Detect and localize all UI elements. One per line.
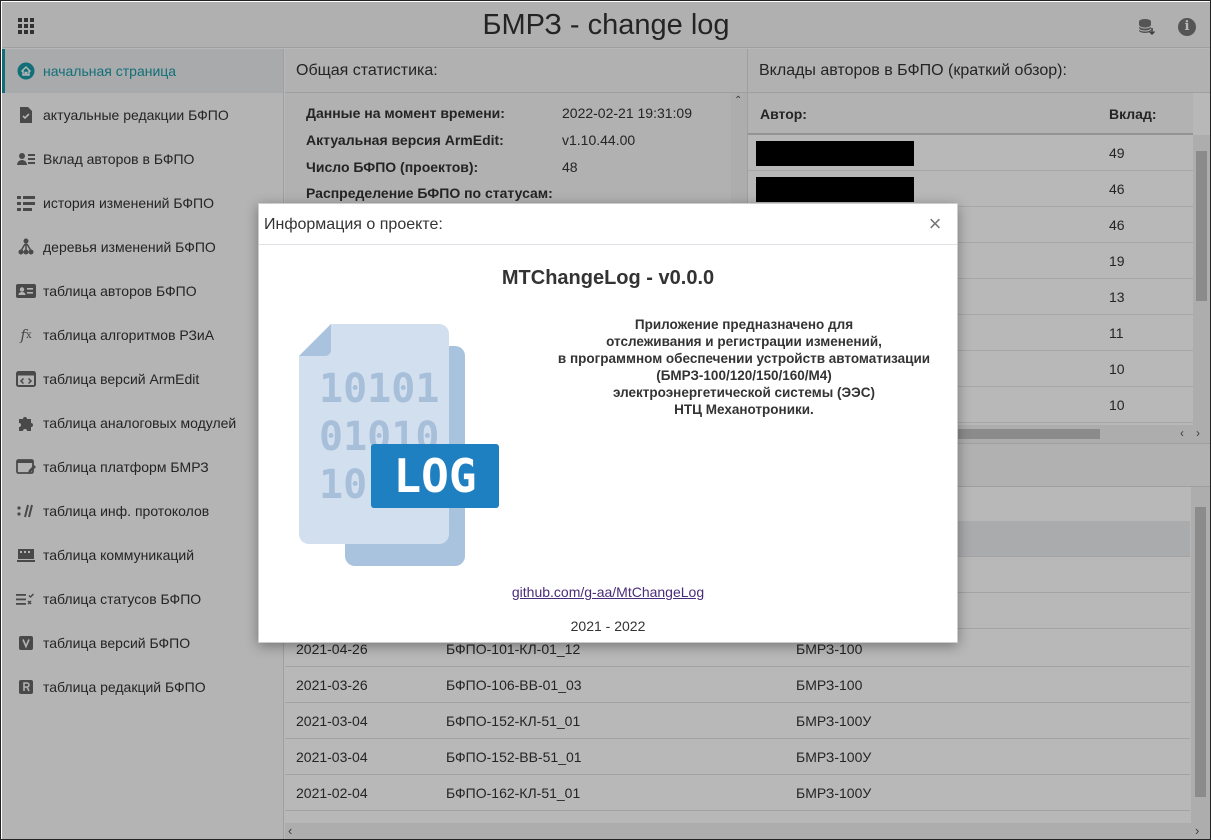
logo-binary-line: 10 xyxy=(319,462,367,508)
logo-binary-line: 10101 xyxy=(319,366,439,412)
description-line: (БМРЗ-100/120/150/160/М4) xyxy=(656,368,832,383)
app-window: БМРЗ - change log i начальная страница а… xyxy=(0,0,1211,840)
close-icon[interactable]: × xyxy=(925,213,945,235)
description-line: Приложение предназначено для xyxy=(634,317,854,332)
app-name: MTChangeLog - v0.0.0 xyxy=(501,267,715,289)
app-description: Приложение предназначено для отслеживани… xyxy=(529,316,959,418)
description-line: НТЦ Механотроники. xyxy=(674,402,814,417)
description-line: электроэнергетической системы (ЭЭС) xyxy=(613,385,875,400)
copyright-years: 2021 - 2022 xyxy=(570,618,646,634)
description-line: в программном обеспечении устройств авто… xyxy=(557,351,931,366)
log-file-icon: 10101 01010 10 LOG xyxy=(297,322,502,572)
about-dialog: Информация о проекте: × MTChangeLog - v0… xyxy=(258,203,958,643)
github-link[interactable]: github.com/g-aa/MtChangeLog xyxy=(259,584,957,600)
description-line: отслеживания и регистрации изменений, xyxy=(606,334,882,349)
logo-text: LOG xyxy=(393,449,476,503)
dialog-title: Информация о проекте: xyxy=(259,204,957,245)
